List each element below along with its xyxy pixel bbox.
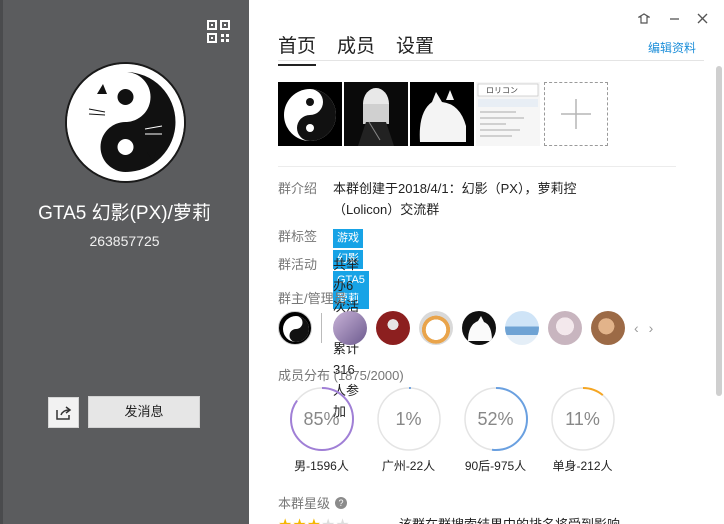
tab-divider — [278, 60, 704, 61]
star-rating: ★★★★★ — [278, 515, 350, 524]
stat-ring: 11% — [550, 386, 616, 452]
star-icon: ★ — [292, 517, 306, 524]
stat-ring: 1% — [376, 386, 442, 452]
admin-pager: ‹ › — [634, 320, 653, 336]
stat-ring: 85% — [289, 386, 355, 452]
edit-profile-link[interactable]: 编辑资料 — [648, 39, 696, 56]
intro-text-line-1: 本群创建于2018/4/1：幻影（PX），萝莉控 — [333, 181, 577, 196]
chevron-left-icon[interactable]: ‹ — [634, 320, 639, 336]
stat-percent: 52% — [477, 409, 514, 429]
close-icon[interactable] — [693, 9, 711, 27]
stat-caption: 90后-975人 — [464, 459, 527, 473]
album-photo[interactable] — [410, 82, 474, 146]
admin-list: ‹ › — [278, 311, 653, 345]
star-icon: ★ — [321, 517, 335, 524]
level-description: 该群在群搜索结果中的排名将受到影响 — [399, 514, 620, 524]
star-icon: ★ — [307, 517, 321, 524]
share-button[interactable] — [48, 397, 79, 428]
level-title-row: 本群星级 ? — [278, 493, 348, 512]
group-name: GTA5 幻影(PX)/萝莉 — [38, 203, 211, 224]
stat-percent: 11% — [565, 409, 600, 429]
stat-city[interactable]: 1% 广州-22人 — [365, 386, 452, 474]
level-title: 本群星级 — [278, 496, 331, 511]
avatar[interactable] — [419, 311, 453, 345]
admins-title: 群主/管理员 — [278, 291, 347, 306]
stat-ring: 52% — [463, 386, 529, 452]
admin-divider — [321, 313, 322, 343]
stat-caption: 单身-212人 — [552, 459, 613, 473]
avatar[interactable] — [505, 311, 539, 345]
qrcode-icon[interactable] — [207, 20, 230, 43]
svg-text:ロリコン: ロリコン — [486, 86, 518, 95]
skin-icon[interactable] — [635, 9, 653, 27]
album-photo[interactable] — [278, 82, 342, 146]
avatar[interactable] — [591, 311, 625, 345]
send-message-button[interactable]: 发消息 — [88, 396, 200, 428]
avatar[interactable] — [278, 311, 312, 345]
group-id: 263857725 — [89, 233, 160, 249]
stat-caption: 广州-22人 — [381, 459, 436, 473]
left-panel: GTA5 幻影(PX)/萝莉 263857725 发消息 — [0, 0, 249, 524]
star-icon: ★ — [278, 517, 292, 524]
distribution-title: 成员分布 (1875/2000) — [278, 368, 404, 383]
avatar[interactable] — [333, 311, 367, 345]
avatar[interactable] — [376, 311, 410, 345]
activity-label: 群活动 — [278, 257, 318, 272]
tags-label: 群标签 — [278, 229, 318, 244]
add-photo-button[interactable] — [544, 82, 608, 146]
stat-percent: 85% — [303, 409, 340, 429]
minimize-icon[interactable] — [665, 9, 683, 27]
stat-gender[interactable]: 85% 男-1596人 — [278, 386, 365, 474]
intro-label: 群介绍 — [278, 181, 318, 196]
intro-text: 本群创建于2018/4/1：幻影（PX），萝莉控 （Lolicon）交流群 — [333, 178, 693, 220]
group-profile-window: GTA5 幻影(PX)/萝莉 263857725 发消息 首页 成员 设置 编辑… — [0, 0, 724, 524]
share-icon — [55, 405, 71, 420]
right-panel: 首页 成员 设置 编辑资料 ロリコン 群介绍 本群创建于2018/4/1：幻影（… — [249, 0, 724, 524]
tag[interactable]: 游戏 — [333, 229, 363, 248]
intro-text-line-2: （Lolicon）交流群 — [333, 202, 440, 217]
stat-single[interactable]: 11% 单身-212人 — [539, 386, 626, 474]
star-icon: ★ — [335, 517, 349, 524]
plus-icon — [561, 99, 591, 129]
scrollbar[interactable] — [716, 66, 722, 396]
stat-age[interactable]: 52% 90后-975人 — [452, 386, 539, 474]
avatar[interactable] — [548, 311, 582, 345]
album-photo[interactable] — [344, 82, 408, 146]
member-distribution: 85% 男-1596人 1% 广州-22人 52% 90后-975人 11% 单… — [278, 386, 626, 474]
avatar[interactable] — [462, 311, 496, 345]
stat-percent: 1% — [395, 409, 422, 429]
section-divider — [278, 166, 676, 167]
photo-album: ロリコン — [278, 82, 608, 146]
group-avatar[interactable] — [65, 62, 186, 183]
help-icon[interactable]: ? — [335, 496, 348, 509]
chevron-right-icon[interactable]: › — [649, 320, 654, 336]
stat-caption: 男-1596人 — [294, 459, 349, 473]
panel-edge — [0, 0, 3, 524]
album-photo[interactable]: ロリコン — [476, 82, 540, 146]
